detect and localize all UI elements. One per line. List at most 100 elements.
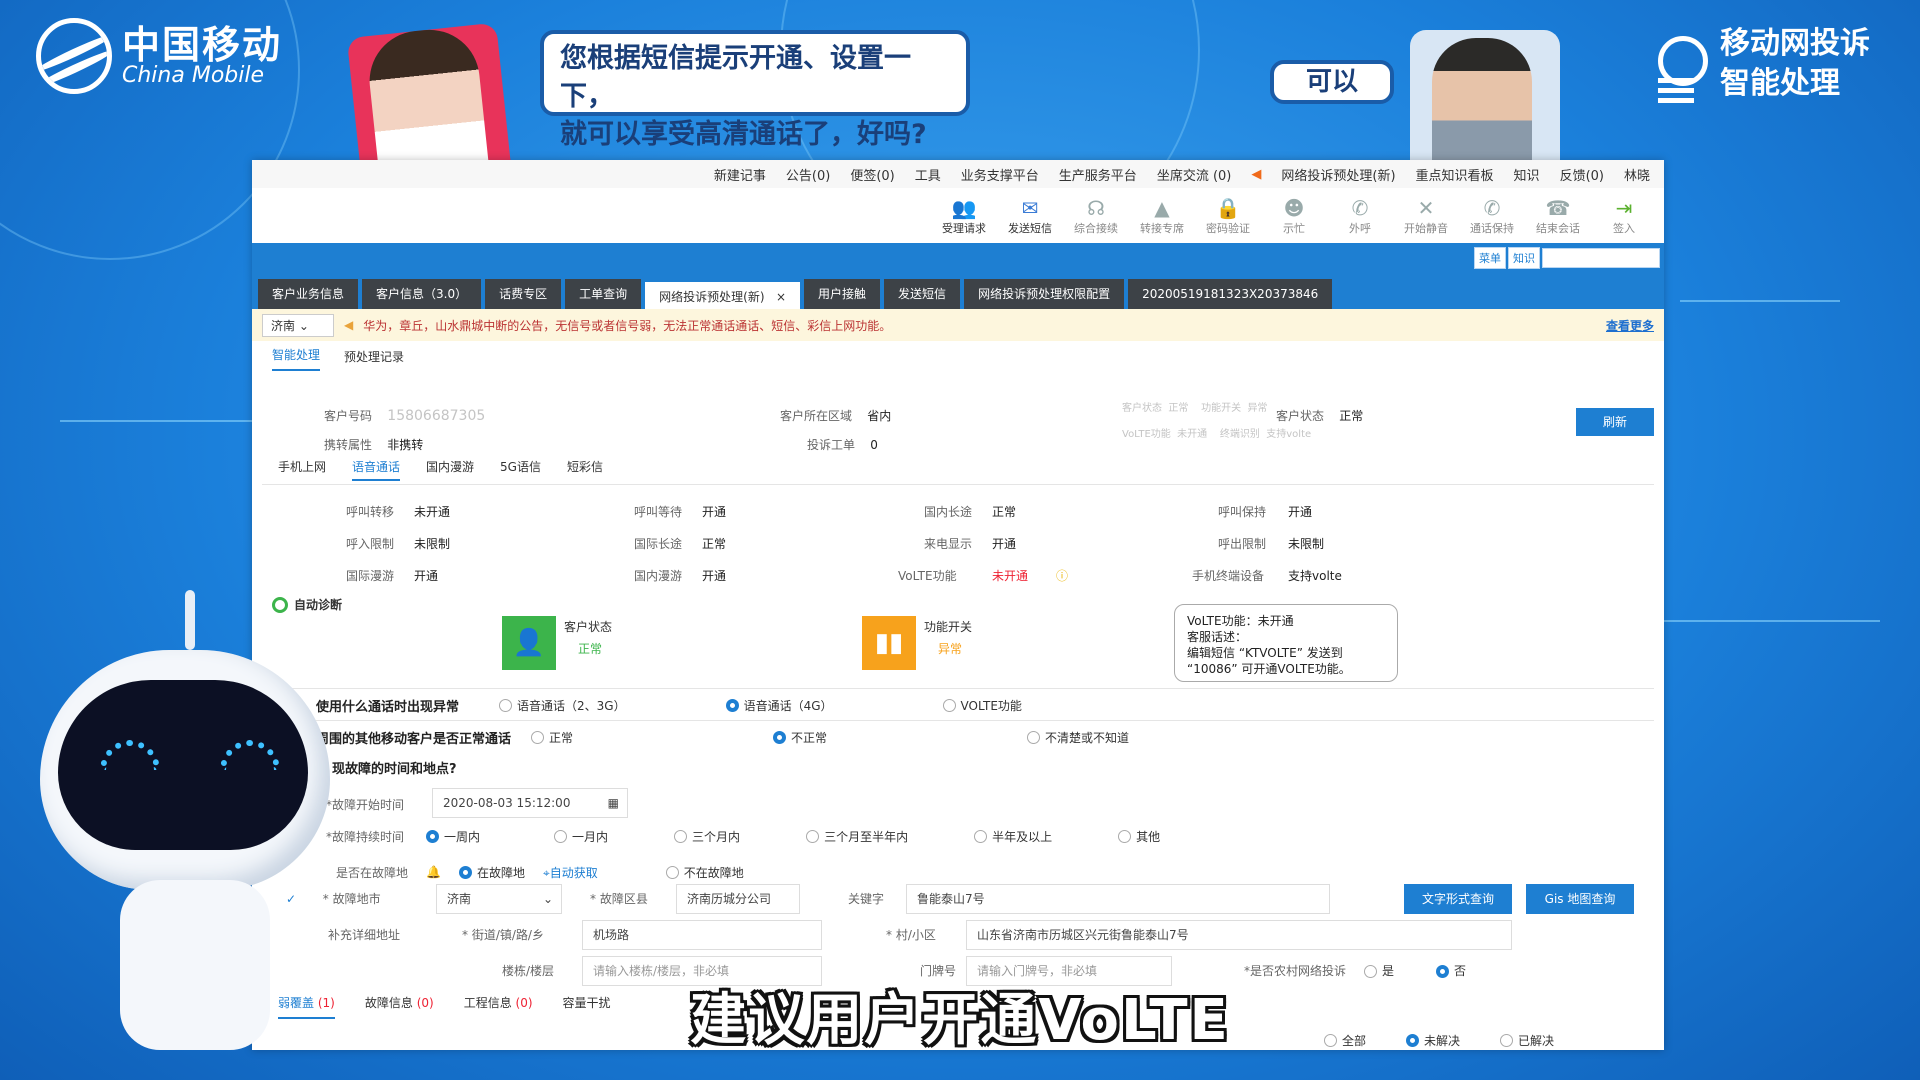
menu-button[interactable]: 菜单 [1474, 247, 1506, 269]
send-sms-button[interactable]: ✉ 发送短信 [1002, 196, 1058, 236]
village-label: * 村/小区 [886, 928, 936, 942]
start-time-input[interactable]: 2020-08-03 15:12:00 ▦ [432, 788, 628, 818]
menu-item[interactable]: 公告(0) [786, 165, 830, 184]
option-abnormal[interactable]: 不正常 [773, 729, 827, 746]
accept-request-button[interactable]: 👥 受理请求 [936, 196, 992, 236]
menu-item[interactable]: 便签(0) [850, 165, 894, 184]
top-menu: 新建记事 公告(0) 便签(0) 工具 业务支撑平台 生产服务平台 坐席交流 (… [252, 160, 1664, 188]
street-input[interactable]: 机场路 [582, 920, 822, 950]
customer-status-card: 👤 客户状态 正常 [502, 616, 612, 670]
tab-sms-mms[interactable]: 短彩信 [567, 458, 603, 481]
tab-billing[interactable]: 话费专区 [485, 279, 562, 309]
tab-customer-business[interactable]: 客户业务信息 [258, 279, 359, 309]
question-3: 现故障的时间和地点? [332, 762, 457, 777]
keyword-label: 关键字 [848, 892, 885, 906]
knowledge-button[interactable]: 知识 [1508, 247, 1540, 269]
expert-button[interactable]: ▲ 转接专席 [1134, 196, 1190, 236]
call-out-button[interactable]: ✆ 外呼 [1332, 196, 1388, 236]
main-tabs: 客户业务信息 客户信息（3.0） 话费专区 工单查询 网络投诉预处理(新) × … [252, 273, 1664, 309]
menu-item[interactable]: 林晓 [1624, 165, 1650, 184]
divider [262, 484, 1654, 485]
tab-smart-processing[interactable]: 智能处理 [272, 346, 321, 371]
transfer-label: 携转属性 [324, 438, 373, 452]
tab-send-sms[interactable]: 发送短信 [884, 279, 961, 309]
option-within-week[interactable]: 一周内 [426, 828, 480, 845]
see-more-link[interactable]: 查看更多 [1606, 317, 1654, 334]
search-bar: 菜单 知识 [252, 243, 1664, 273]
option-3-6months[interactable]: 三个月至半年内 [806, 828, 908, 845]
tab-mobile-internet[interactable]: 手机上网 [278, 458, 326, 481]
auto-locate-link[interactable]: ⌖自动获取 [543, 864, 598, 881]
tab-order-query[interactable]: 工单查询 [565, 279, 642, 309]
agent-line2: 就可以享受高清通话了，好吗? [560, 119, 927, 150]
option-unknown[interactable]: 不清楚或不知道 [1027, 729, 1129, 746]
option-other[interactable]: 其他 [1118, 828, 1160, 845]
city-select[interactable]: 济南 ⌄ [436, 884, 562, 914]
sign-in-button[interactable]: ⇥ 签入 [1596, 196, 1652, 236]
tab-user-contact[interactable]: 用户接触 [804, 279, 881, 309]
hold-button[interactable]: ✆ 通话保持 [1464, 196, 1520, 236]
option-within-3months[interactable]: 三个月内 [674, 828, 740, 845]
menu-item[interactable]: 网络投诉预处理(新) [1281, 165, 1395, 184]
busy-button[interactable]: ☻ 示忙 [1266, 196, 1322, 236]
menu-item[interactable]: 反馈(0) [1560, 165, 1604, 184]
video-subtitle: 建议用户开通VoLTE [690, 988, 1230, 1053]
speaker-icon[interactable]: ◀ [1251, 167, 1261, 182]
option-not-at-location[interactable]: 不在故障地 [665, 864, 744, 881]
bar-chart-icon: ▮▮ [862, 616, 916, 670]
menu-item[interactable]: 生产服务平台 [1059, 165, 1137, 184]
option-within-month[interactable]: 一月内 [554, 828, 608, 845]
sub-tabs: 智能处理 预处理记录 [252, 341, 1664, 371]
option-voice-23g[interactable]: 语音通话（2、3G） [499, 697, 626, 714]
tab-work-order-id[interactable]: 20200519181323X20373846 [1128, 279, 1333, 309]
tab-domestic-roaming[interactable]: 国内漫游 [426, 458, 474, 481]
option-at-location[interactable]: 在故障地 [458, 864, 525, 881]
menu-item[interactable]: 工具 [915, 165, 941, 184]
lock-icon: 🔒 [1215, 195, 1241, 220]
customer-speech-bubble: 可以 [1270, 60, 1394, 104]
city-select[interactable]: 济南 ⌄ [262, 313, 334, 337]
menu-item[interactable]: 坐席交流 (0) [1157, 165, 1232, 184]
phone-value: 15806687305 [387, 408, 486, 424]
tab-network-complaint[interactable]: 网络投诉预处理(新) × [645, 279, 801, 309]
duration-row: *故障持续时间 一周内 一月内 三个月内 三个月至半年内 半年及以上 其他 [326, 828, 1161, 845]
search-input[interactable] [1542, 248, 1660, 268]
transfer-button[interactable]: ☊ 综合接续 [1068, 196, 1124, 236]
menu-item[interactable]: 业务支撑平台 [961, 165, 1039, 184]
menu-item[interactable]: 知识 [1514, 165, 1540, 184]
keyword-input[interactable]: 鲁能泰山7号 [906, 884, 1330, 914]
option-half-year-plus[interactable]: 半年及以上 [974, 828, 1052, 845]
password-button[interactable]: 🔒 密码验证 [1200, 196, 1256, 236]
feature-switch-card: ▮▮ 功能开关 异常 [862, 616, 972, 670]
phone-label: 客户号码 [324, 409, 373, 423]
district-input[interactable]: 济南历城分公司 [676, 884, 800, 914]
notice-bar: 济南 ⌄ ◀ 华为，章丘，山水鼎城中断的公告，无信号或者信号弱，无法正常通话通话… [252, 309, 1664, 341]
tab-permission-config[interactable]: 网络投诉预处理权限配置 [964, 279, 1125, 309]
end-call-button[interactable]: ☎ 结束会话 [1530, 196, 1586, 236]
mail-icon: ✉ [1021, 195, 1039, 220]
headset-icon: ☊ [1087, 195, 1105, 220]
menu-item[interactable]: 新建记事 [714, 165, 766, 184]
village-input[interactable]: 山东省济南市历城区兴元街鲁能泰山7号 [966, 920, 1512, 950]
china-mobile-logo: 中国移动 China Mobile [36, 18, 282, 94]
option-volte[interactable]: VOLTE功能 [942, 697, 1022, 714]
complaint-value: 0 [870, 438, 878, 452]
question-2: 周围的其他移动客户是否正常通话 正常 不正常 不清楚或不知道 [316, 729, 1130, 747]
info-icon[interactable]: ⓘ [1056, 560, 1068, 592]
tab-customer-info[interactable]: 客户信息（3.0） [362, 279, 482, 309]
mute-button[interactable]: ✕ 开始静音 [1398, 196, 1454, 236]
speaker-icon: ◀ [344, 318, 354, 332]
option-normal[interactable]: 正常 [531, 729, 573, 746]
china-mobile-logo-icon [36, 18, 112, 94]
option-voice-4g[interactable]: 语音通话（4G） [725, 697, 833, 714]
menu-item[interactable]: 重点知识看板 [1416, 165, 1494, 184]
gis-query-button[interactable]: Gis 地图查询 [1526, 884, 1634, 914]
tab-voice-call[interactable]: 语音通话 [352, 458, 401, 481]
district-label: * 故障区县 [590, 892, 648, 906]
close-icon[interactable]: × [776, 290, 786, 304]
tab-5g-message[interactable]: 5G语信 [500, 458, 541, 481]
tab-preprocess-records[interactable]: 预处理记录 [344, 348, 404, 371]
refresh-button[interactable]: 刷新 [1576, 408, 1654, 436]
crm-screen: 新建记事 公告(0) 便签(0) 工具 业务支撑平台 生产服务平台 坐席交流 (… [252, 160, 1664, 1050]
text-query-button[interactable]: 文字形式查询 [1404, 884, 1512, 914]
